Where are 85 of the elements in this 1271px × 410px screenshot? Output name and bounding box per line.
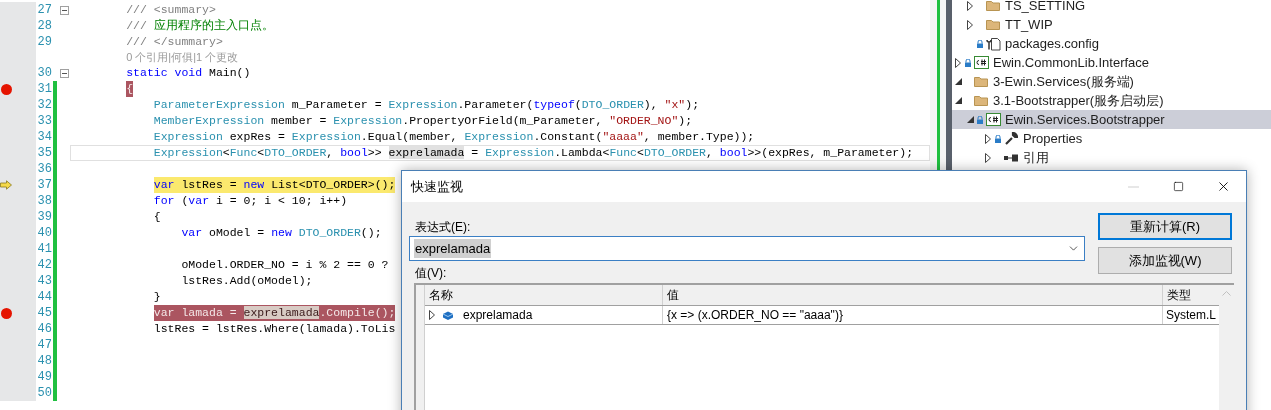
tree-item[interactable]: packages.config <box>952 34 1271 53</box>
line-number: 48 <box>37 354 52 368</box>
vertical-scrollbar[interactable] <box>1218 285 1234 410</box>
line-number: 44 <box>37 290 52 304</box>
breakpoint-icon[interactable] <box>0 307 12 319</box>
tree-item[interactable]: TS_SETTING <box>952 0 1271 15</box>
code-line: /// </summary> <box>126 34 223 50</box>
line-number: 27 <box>37 3 52 17</box>
tree-item[interactable]: 引用 <box>952 148 1271 167</box>
table-cell: {x => (x.ORDER_NO == "aaaa")} <box>662 306 1163 324</box>
line-number: 43 <box>37 274 52 288</box>
line-number: 34 <box>37 130 52 144</box>
table-cell-text: exprelamada <box>462 307 533 324</box>
column-header[interactable]: 值 <box>662 285 1163 305</box>
code-line: /// 应用程序的主入口点。 <box>126 18 274 34</box>
line-number: 50 <box>37 386 52 400</box>
code-line: lstRes.Add(oModel); <box>181 273 313 289</box>
cube-icon <box>441 310 453 320</box>
line-number: 36 <box>37 162 52 176</box>
collapse-icon[interactable] <box>59 68 69 78</box>
references-icon <box>1004 153 1018 162</box>
code-line: for (var i = 0; i < 10; i++) <box>153 193 348 209</box>
collapse-icon[interactable] <box>59 5 69 15</box>
code-line: oModel.ORDER_NO = i % 2 == 0 ? <box>181 257 389 273</box>
folder-icon <box>974 76 988 87</box>
line-number: 33 <box>37 114 52 128</box>
line-number: 42 <box>37 258 52 272</box>
config-file-icon <box>985 36 1001 51</box>
code-line: MemberExpression member = Expression.PropertyOrField(m_Parameter, "ORDER_NO"); <box>153 113 693 129</box>
line-number: 47 <box>37 338 52 352</box>
dialog-button[interactable]: 添加监视(W) <box>1098 247 1232 274</box>
collapsed-arrow-icon[interactable] <box>955 57 961 68</box>
value-label: 值(V): <box>414 265 448 282</box>
code-line: Expression<Func<DTO_ORDER, bool>> exprelamada = Expression.Lambda<Func<DTO_ORDER, bool>>(expRes, m_Parameter); <box>153 145 914 161</box>
collapsed-arrow-icon[interactable] <box>428 310 435 320</box>
tree-item[interactable]: 3-Ewin.Services(服务端) <box>952 72 1271 91</box>
dialog-button[interactable]: 重新计算(R) <box>1098 213 1232 240</box>
tree-item[interactable]: 3.1-Bootstrapper(服务启动层) <box>952 91 1271 110</box>
folder-icon <box>986 19 1000 30</box>
expression-label: 表达式(E): <box>414 219 472 236</box>
breakpoint-icon[interactable] <box>0 83 12 95</box>
tree-item[interactable]: Ewin.CommonLib.Interface <box>952 53 1271 72</box>
project-icon <box>973 56 989 69</box>
code-line: } <box>153 289 161 305</box>
wrench-icon <box>1004 132 1018 145</box>
line-number: 40 <box>37 226 52 240</box>
collapsed-arrow-icon[interactable] <box>985 133 991 144</box>
line-number: 39 <box>37 210 52 224</box>
tree-item[interactable]: Properties <box>952 129 1271 148</box>
line-number: 45 <box>37 306 52 320</box>
column-header[interactable]: 名称 <box>424 285 663 305</box>
line-number: 37 <box>37 178 52 192</box>
collapsed-arrow-icon[interactable] <box>967 19 973 30</box>
code-line: { <box>153 209 161 225</box>
tree-item[interactable]: TT_WIP <box>952 15 1271 34</box>
line-number: 49 <box>37 370 52 384</box>
code-line: lstRes = lstRes.Where(lamada).ToLis <box>153 321 396 337</box>
tree-item[interactable]: Ewin.Services.Bootstrapper <box>952 110 1271 129</box>
expression-field[interactable]: exprelamada <box>409 236 1085 261</box>
folder-icon <box>986 0 1000 11</box>
line-number: 29 <box>37 35 52 49</box>
line-number: 28 <box>37 19 52 33</box>
line-number: 41 <box>37 242 52 256</box>
line-number: 38 <box>37 194 52 208</box>
expanded-arrow-icon[interactable] <box>954 78 962 85</box>
line-number: 32 <box>37 98 52 112</box>
code-line: Expression expRes = Expression.Equal(member, Expression.Constant("aaaa", member.Type)); <box>153 129 755 145</box>
project-icon <box>985 113 1001 126</box>
code-line: static void Main() <box>126 65 251 81</box>
line-number: 46 <box>37 322 52 336</box>
code-line: var oModel = new DTO_ORDER(); <box>181 225 382 241</box>
code-line: /// <summary> <box>126 2 216 18</box>
expanded-arrow-icon[interactable] <box>954 97 962 104</box>
collapsed-arrow-icon[interactable] <box>967 0 973 11</box>
folder-icon <box>974 95 988 106</box>
expanded-arrow-icon[interactable] <box>966 116 974 123</box>
column-header[interactable]: 类型 <box>1162 285 1219 305</box>
line-number: 31 <box>37 82 52 96</box>
collapsed-arrow-icon[interactable] <box>985 152 991 163</box>
dialog-title: 快速监视 <box>411 177 463 196</box>
code-line: ParameterExpression m_Parameter = Expression.Parameter(typeof(DTO_ORDER), "x"); <box>153 97 700 113</box>
table-cell-text: System.L <box>1164 307 1217 324</box>
line-number: 35 <box>37 146 52 160</box>
codelens-text: 0 个引用|何俱|1 个更改 <box>126 50 239 66</box>
line-number: 30 <box>37 66 52 80</box>
